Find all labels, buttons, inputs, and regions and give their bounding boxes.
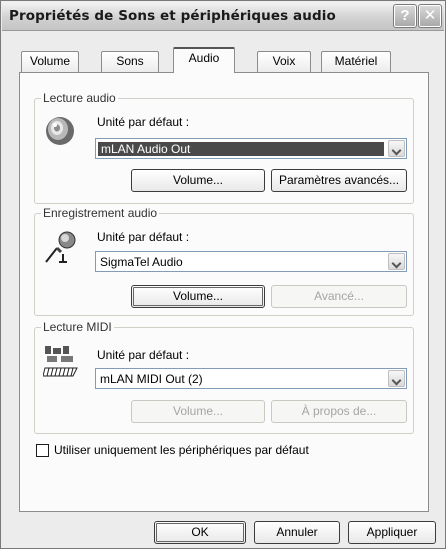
- help-button[interactable]: ?: [393, 4, 417, 28]
- recording-device-value: SigmaTel Audio: [100, 255, 183, 269]
- midi-about-button[interactable]: À propos de...: [271, 400, 407, 423]
- title-bar[interactable]: Propriétés de Sons et périphériques audi…: [2, 2, 444, 31]
- close-button[interactable]: ✕: [418, 4, 442, 28]
- tab-audio[interactable]: Audio: [173, 47, 235, 73]
- close-icon: ✕: [423, 7, 437, 24]
- midi-group: Lecture MIDI Unité par défaut : mLAN MID…: [34, 320, 414, 434]
- help-icon: ?: [400, 7, 410, 24]
- playback-group-title: Lecture audio: [41, 91, 118, 105]
- recording-group: Enregistrement audio Unité par défaut : …: [34, 206, 414, 316]
- midi-device-value: mLAN MIDI Out (2): [100, 372, 203, 386]
- chevron-down-icon[interactable]: [388, 140, 405, 157]
- default-devices-only-checkbox[interactable]: [36, 444, 49, 457]
- recording-advanced-button[interactable]: Avancé...: [271, 285, 407, 308]
- chevron-down-icon[interactable]: [388, 253, 405, 270]
- apply-button[interactable]: Appliquer: [348, 521, 436, 544]
- recording-device-label: Unité par défaut :: [97, 230, 190, 244]
- playback-device-value: mLAN Audio Out: [98, 142, 384, 156]
- default-devices-only-label: Utiliser uniquement les périphériques pa…: [54, 443, 309, 457]
- tab-volume[interactable]: Volume: [21, 51, 79, 72]
- playback-volume-button[interactable]: Volume...: [131, 169, 265, 192]
- speaker-icon: [46, 117, 74, 145]
- cancel-button[interactable]: Annuler: [254, 521, 340, 544]
- recording-group-title: Enregistrement audio: [41, 206, 160, 220]
- recording-device-select[interactable]: SigmaTel Audio: [95, 251, 407, 272]
- tab-sons[interactable]: Sons: [101, 51, 159, 72]
- midi-device-select[interactable]: mLAN MIDI Out (2): [95, 368, 407, 389]
- ok-button[interactable]: OK: [154, 521, 246, 544]
- tab-materiel[interactable]: Matériel: [321, 51, 391, 72]
- midi-volume-button[interactable]: Volume...: [131, 400, 265, 423]
- window-title: Propriétés de Sons et périphériques audi…: [9, 8, 336, 24]
- dialog-window: Propriétés de Sons et périphériques audi…: [0, 0, 446, 549]
- tab-voix[interactable]: Voix: [257, 51, 311, 72]
- chevron-down-icon[interactable]: [388, 370, 405, 387]
- playback-device-label: Unité par défaut :: [97, 115, 190, 129]
- playback-advanced-button[interactable]: Paramètres avancés...: [271, 169, 407, 192]
- playback-group: Lecture audio Unité par défaut : mLAN Au…: [34, 91, 414, 204]
- midi-keyboard-icon: [43, 346, 78, 377]
- midi-device-label: Unité par défaut :: [97, 348, 190, 362]
- recording-volume-button[interactable]: Volume...: [131, 285, 265, 308]
- microphone-icon: [45, 231, 76, 263]
- midi-group-title: Lecture MIDI: [41, 320, 114, 334]
- playback-device-select[interactable]: mLAN Audio Out: [95, 138, 407, 159]
